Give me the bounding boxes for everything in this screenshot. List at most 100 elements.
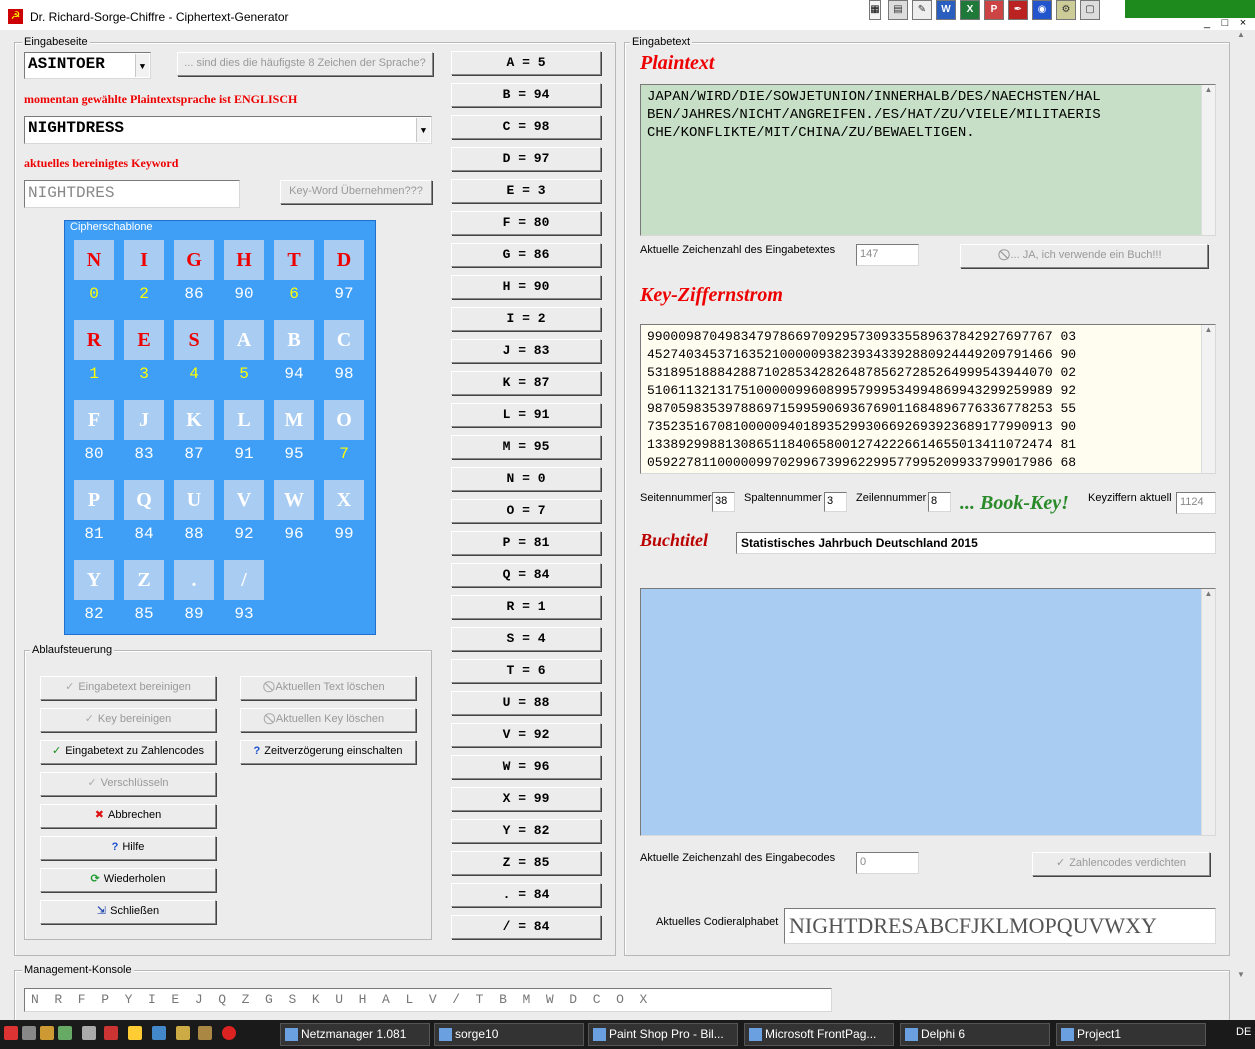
control-button[interactable]: ? Hilfe [40,836,216,860]
book-title-field[interactable]: Statistisches Jahrbuch Deutschland 2015 [736,532,1216,554]
mapping-button[interactable]: J = 83 [451,339,601,363]
cipher-tile[interactable]: C [324,320,364,360]
cipher-tile[interactable]: G [174,240,214,280]
mapping-button[interactable]: A = 5 [451,51,601,75]
close-button[interactable]: × [1234,17,1252,29]
taskbar-item[interactable]: Project1 [1056,1023,1206,1046]
keystream-area[interactable]: 9900098704983479786697092957309335589637… [640,324,1216,474]
control-button[interactable]: ⃠Aktuellen Text löschen [240,676,416,700]
keystream-scrollbar[interactable]: ▲ [1201,325,1215,473]
mapping-button[interactable]: X = 99 [451,787,601,811]
cipher-tile[interactable]: . [174,560,214,600]
take-keyword-button[interactable]: Key-Word Übernehmen??? [280,180,432,204]
cipher-tile[interactable]: Q [124,480,164,520]
quicklaunch-icon[interactable] [82,1026,96,1040]
mapping-button[interactable]: S = 4 [451,627,601,651]
taskbar-item[interactable]: Delphi 6 [900,1023,1050,1046]
mapping-button[interactable]: L = 91 [451,403,601,427]
cipher-tile[interactable]: D [324,240,364,280]
start-icon[interactable] [4,1026,18,1040]
mapping-button[interactable]: P = 81 [451,531,601,555]
frequent-chars-button[interactable]: ... sind dies die häufigste 8 Zeichen de… [177,52,433,76]
cipher-tile[interactable]: Y [74,560,114,600]
mapping-button[interactable]: Y = 82 [451,819,601,843]
row-field[interactable]: 8 [928,492,951,512]
network-icon[interactable]: ◉ [1032,0,1052,20]
cipher-tile[interactable]: J [124,400,164,440]
mapping-button[interactable]: V = 92 [451,723,601,747]
file-icon[interactable]: ▢ [1080,0,1100,20]
window-scroll-up[interactable]: ▲ [1234,30,1248,50]
cipher-tile[interactable]: W [274,480,314,520]
minimize-button[interactable]: _ [1198,17,1216,29]
control-button[interactable]: ⃠Aktuellen Key löschen [240,708,416,732]
condense-codes-button[interactable]: ✓ Zahlencodes verdichten [1032,852,1210,876]
menu-icon[interactable]: ▦ [869,0,881,20]
language-combo[interactable]: ASINTOER ▼ [24,52,151,79]
mapping-button[interactable]: D = 97 [451,147,601,171]
editor-icon[interactable]: ✎ [912,0,932,20]
cipher-tile[interactable]: X [324,480,364,520]
pen-icon[interactable]: ✒ [1008,0,1028,20]
cipher-tile[interactable]: B [274,320,314,360]
mapping-button[interactable]: Z = 85 [451,851,601,875]
mapping-button[interactable]: / = 84 [451,915,601,939]
excel-icon[interactable]: X [960,0,980,20]
codes-count-field[interactable]: 0 [856,852,919,874]
page-field[interactable]: 38 [712,492,735,512]
chevron-down-icon[interactable]: ▼ [135,54,149,77]
cipher-tile[interactable]: M [274,400,314,440]
cipher-tile[interactable]: K [174,400,214,440]
window-scrollbar[interactable]: ▼ [1234,970,1248,1020]
quicklaunch-icon[interactable] [198,1026,212,1040]
cipher-tile[interactable]: Z [124,560,164,600]
mapping-button[interactable]: G = 86 [451,243,601,267]
keyword-combo[interactable]: NIGHTDRESS ▼ [24,116,432,144]
cipher-tile[interactable]: I [124,240,164,280]
notepad-icon[interactable]: ▤ [888,0,908,20]
control-button[interactable]: ✓ Verschlüsseln [40,772,216,796]
mapping-button[interactable]: . = 84 [451,883,601,907]
mapping-button[interactable]: C = 98 [451,115,601,139]
mapping-button[interactable]: H = 90 [451,275,601,299]
plaintext-area[interactable]: JAPAN/WIRD/DIE/SOWJETUNION/INNERHALB/DES… [640,84,1216,236]
control-button[interactable]: ✖ Abbrechen [40,804,216,828]
word-icon[interactable]: W [936,0,956,20]
control-button[interactable]: ✓ Key bereinigen [40,708,216,732]
mapping-button[interactable]: Q = 84 [451,563,601,587]
mapping-button[interactable]: T = 6 [451,659,601,683]
cipher-tile[interactable]: E [124,320,164,360]
mapping-button[interactable]: U = 88 [451,691,601,715]
cipher-tile[interactable]: O [324,400,364,440]
use-book-button[interactable]: ⃠... JA, ich verwende ein Buch!!! [960,244,1208,268]
cipher-tile[interactable]: F [74,400,114,440]
cipher-tile[interactable]: U [174,480,214,520]
control-button[interactable]: ✓ Eingabetext bereinigen [40,676,216,700]
cipher-tile[interactable]: V [224,480,264,520]
quicklaunch-icon[interactable] [152,1026,166,1040]
quicklaunch-icon[interactable] [104,1026,118,1040]
quicklaunch-icon[interactable] [128,1026,142,1040]
cipher-tile[interactable]: L [224,400,264,440]
taskbar-item[interactable]: Microsoft FrontPag... [744,1023,894,1046]
mapping-button[interactable]: R = 1 [451,595,601,619]
cipher-tile[interactable]: T [274,240,314,280]
keydigits-field[interactable]: 1124 [1176,492,1216,514]
management-sequence[interactable]: N R F P Y I E J Q Z G S K U H A L V / T … [24,988,832,1012]
cleaned-keyword-field[interactable]: NIGHTDRES [24,180,240,208]
mapping-button[interactable]: K = 87 [451,371,601,395]
alphabet-field[interactable]: NIGHTDRESABCFJKLMOPQUVWXY [784,908,1216,944]
chevron-down-icon[interactable]: ▼ [416,118,430,142]
cipher-tile[interactable]: P [74,480,114,520]
column-field[interactable]: 3 [824,492,847,512]
quicklaunch-icon[interactable] [222,1026,236,1040]
cipher-tile[interactable]: R [74,320,114,360]
mapping-button[interactable]: N = 0 [451,467,601,491]
codes-scrollbar[interactable]: ▲ [1201,589,1215,835]
locale-indicator[interactable]: DE [1236,1026,1251,1038]
taskbar-item[interactable]: Netzmanager 1.081 [280,1023,430,1046]
quicklaunch-icon[interactable] [40,1026,54,1040]
powerpoint-icon[interactable]: P [984,0,1004,20]
mapping-button[interactable]: E = 3 [451,179,601,203]
control-button[interactable]: ✓ Eingabetext zu Zahlencodes [40,740,216,764]
